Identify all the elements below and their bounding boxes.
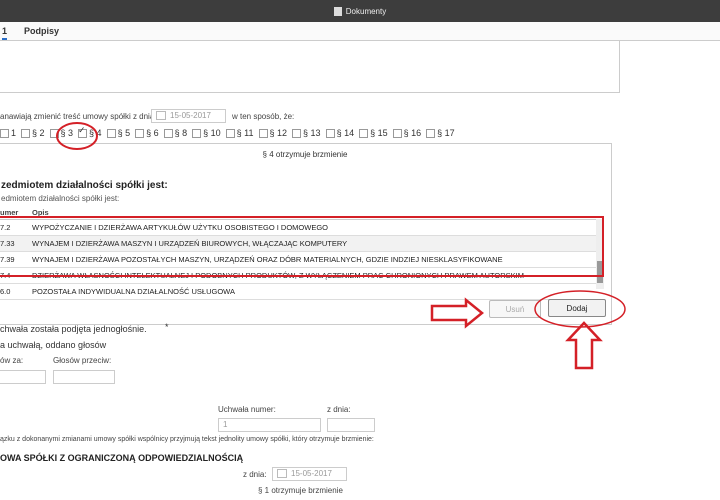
- arrow-up-icon: [565, 321, 603, 370]
- annotation-overlay: [56, 122, 626, 370]
- arrow-right-icon: [430, 297, 484, 329]
- circle-annotation-add: [534, 290, 626, 328]
- circle-annotation: [56, 122, 98, 150]
